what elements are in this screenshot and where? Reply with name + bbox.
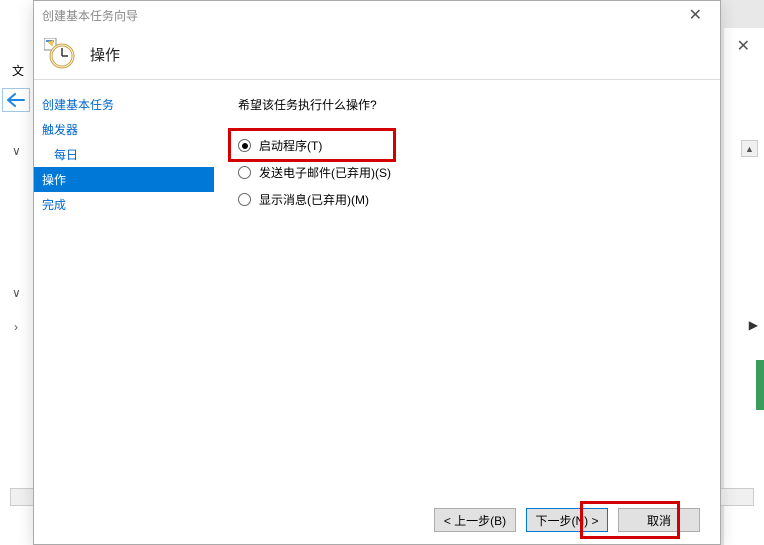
radio-label: 启动程序(T) xyxy=(259,137,322,154)
radio-label: 发送电子邮件(已弃用)(S) xyxy=(259,164,391,181)
tree-chevron-icon[interactable]: › xyxy=(14,320,18,334)
dialog-body: 创建基本任务 触发器 每日 操作 完成 希望该任务执行什么操作? 启动程序(T)… xyxy=(34,80,720,496)
radio-icon xyxy=(238,193,251,206)
action-question: 希望该任务执行什么操作? xyxy=(238,96,696,113)
wizard-dialog: 创建基本任务向导 ✕ 操作 创建基本任务 触发器 每日 操作 完成 希 xyxy=(33,0,721,545)
dialog-titlebar: 创建基本任务向导 ✕ xyxy=(34,1,720,29)
radio-icon xyxy=(238,166,251,179)
action-radio-group: 启动程序(T) 发送电子邮件(已弃用)(S) 显示消息(已弃用)(M) xyxy=(238,137,696,208)
wizard-sidebar: 创建基本任务 触发器 每日 操作 完成 xyxy=(34,80,214,496)
parent-window-left xyxy=(0,0,35,545)
radio-display-message[interactable]: 显示消息(已弃用)(M) xyxy=(238,191,696,208)
tree-chevron-icon[interactable]: ∨ xyxy=(12,144,21,158)
scrollbar-up-icon[interactable]: ▲ xyxy=(741,140,758,157)
tree-chevron-icon[interactable]: ∨ xyxy=(12,286,21,300)
close-icon[interactable]: ✕ xyxy=(681,5,710,25)
cancel-button[interactable]: 取消 xyxy=(618,508,700,532)
arrow-left-icon xyxy=(7,93,25,107)
parent-back-button[interactable] xyxy=(2,88,30,112)
bg-accent xyxy=(756,360,764,410)
sidebar-item-action[interactable]: 操作 xyxy=(34,167,214,192)
radio-send-email[interactable]: 发送电子邮件(已弃用)(S) xyxy=(238,164,696,181)
dialog-footer: < 上一步(B) 下一步(N) > 取消 xyxy=(34,496,720,544)
radio-icon xyxy=(238,139,251,152)
dialog-title: 创建基本任务向导 xyxy=(42,7,138,24)
radio-start-program[interactable]: 启动程序(T) xyxy=(238,137,696,154)
sidebar-item-trigger[interactable]: 触发器 xyxy=(34,117,214,142)
parent-close-icon[interactable]: ✕ xyxy=(737,36,750,56)
next-button[interactable]: 下一步(N) > xyxy=(526,508,608,532)
wizard-header-icon xyxy=(44,38,76,70)
parent-window-right xyxy=(724,28,764,545)
scrollbar-right-icon[interactable]: ▶ xyxy=(749,318,758,332)
sidebar-item-finish[interactable]: 完成 xyxy=(34,192,214,217)
wizard-step-title: 操作 xyxy=(90,44,120,65)
wizard-content: 希望该任务执行什么操作? 启动程序(T) 发送电子邮件(已弃用)(S) 显示消息… xyxy=(214,80,720,496)
sidebar-item-daily[interactable]: 每日 xyxy=(34,142,214,167)
sidebar-item-create-task[interactable]: 创建基本任务 xyxy=(34,92,214,117)
parent-file-text: 文 xyxy=(12,62,24,79)
radio-label: 显示消息(已弃用)(M) xyxy=(259,191,369,208)
dialog-header: 操作 xyxy=(34,29,720,79)
back-button[interactable]: < 上一步(B) xyxy=(434,508,516,532)
